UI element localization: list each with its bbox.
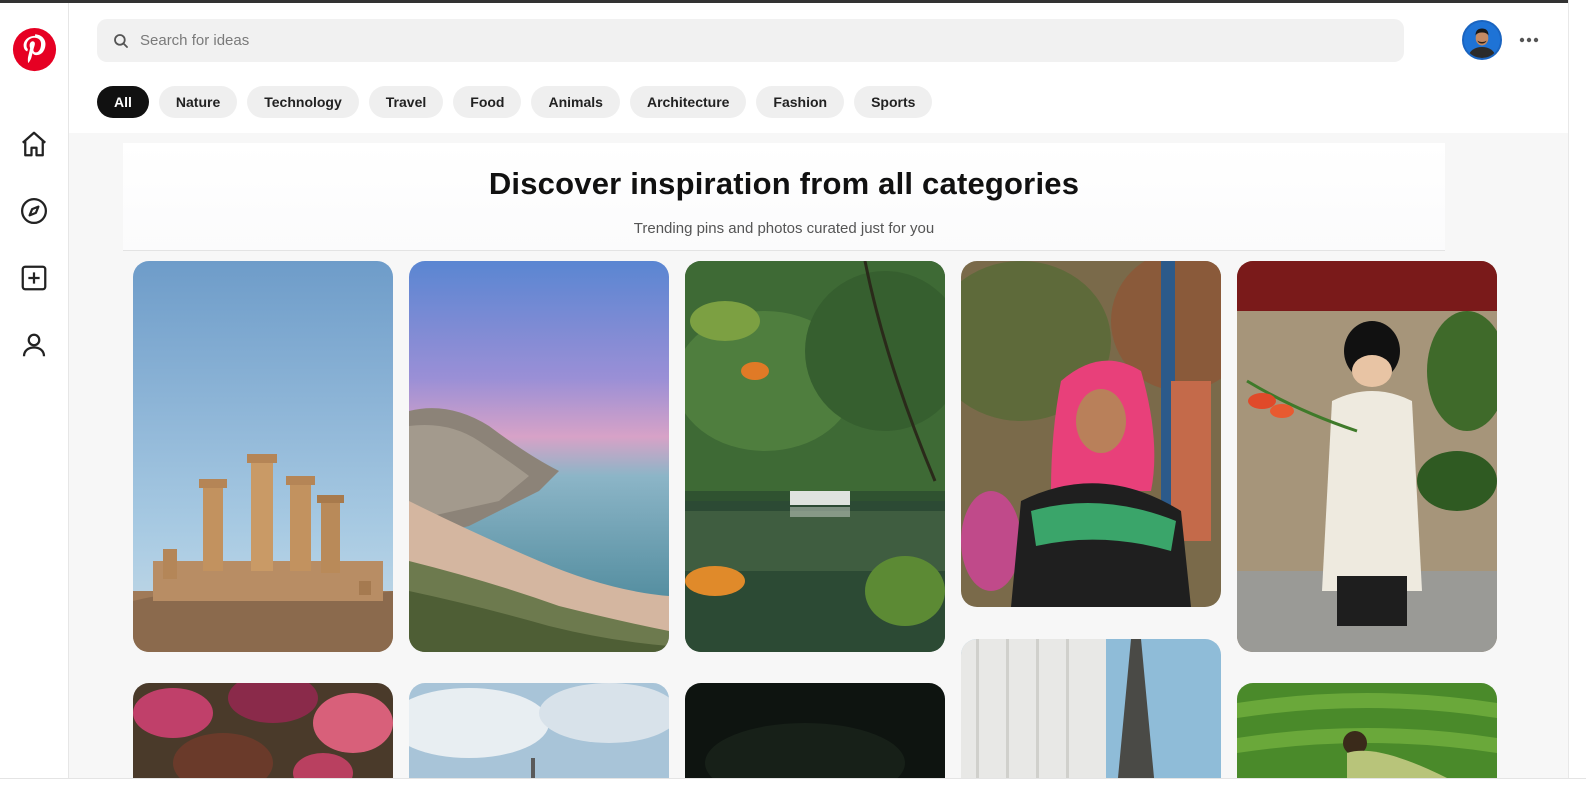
ellipsis-icon[interactable] [1515, 26, 1543, 54]
pin-image-forest-lake [685, 261, 945, 652]
pin-image-pink-blossoms [133, 683, 393, 788]
user-icon[interactable] [17, 328, 51, 362]
user-avatar[interactable] [1462, 20, 1502, 60]
pin-card[interactable] [961, 261, 1221, 607]
pin-image-ancient-temple [133, 261, 393, 652]
page-title: Discover inspiration from all categories [488, 166, 1080, 201]
category-pill-sports[interactable]: Sports [854, 86, 933, 118]
search-bar[interactable] [97, 19, 1404, 62]
pin-card[interactable] [1237, 261, 1497, 652]
home-icon[interactable] [17, 127, 51, 161]
pin-image-dark-scene [685, 683, 945, 788]
pin-card[interactable] [1237, 683, 1497, 788]
pin-image-person-green-field [1237, 683, 1497, 788]
pin-image-skyscraper-spire [961, 639, 1221, 788]
sidebar [0, 3, 69, 778]
category-pill-nature[interactable]: Nature [158, 86, 238, 118]
page-subtitle: Trending pins and photos curated just fo… [633, 220, 935, 237]
pin-image-coastal-beach [409, 261, 669, 652]
pin-card[interactable] [133, 683, 393, 788]
compass-icon[interactable] [17, 194, 51, 228]
pin-card[interactable] [961, 639, 1221, 788]
window-right-edge [1568, 0, 1586, 788]
pin-image-cloudy-sky [409, 683, 669, 788]
category-pill-travel[interactable]: Travel [368, 86, 444, 118]
plus-square-icon[interactable] [17, 261, 51, 295]
category-pill-food[interactable]: Food [453, 86, 522, 118]
category-pill-architecture[interactable]: Architecture [629, 86, 747, 118]
pin-card[interactable] [133, 261, 393, 652]
search-icon [112, 32, 130, 50]
pin-card[interactable] [409, 683, 669, 788]
pinterest-logo-icon[interactable] [12, 27, 57, 72]
window-top-border [0, 0, 1586, 3]
pin-card[interactable] [409, 261, 669, 652]
window-bottom-edge [0, 778, 1586, 788]
hero-banner: Discover inspiration from all categories… [123, 143, 1445, 251]
pin-image-child-flowers [1237, 261, 1497, 652]
category-pill-fashion[interactable]: Fashion [756, 86, 845, 118]
category-pill-animals[interactable]: Animals [531, 86, 620, 118]
category-filter-bar: All Nature Technology Travel Food Animal… [97, 86, 933, 118]
search-input[interactable] [140, 19, 1380, 62]
category-pill-all[interactable]: All [97, 86, 149, 118]
pin-card[interactable] [685, 261, 945, 652]
pin-image-woman-headscarf [961, 261, 1221, 607]
pin-card[interactable] [685, 683, 945, 788]
category-pill-technology[interactable]: Technology [247, 86, 359, 118]
